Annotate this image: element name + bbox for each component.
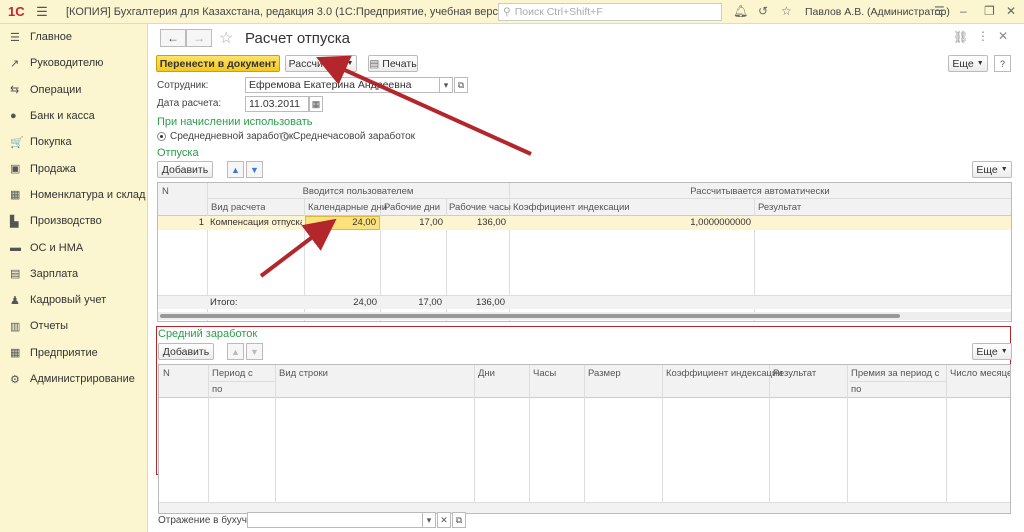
settings-icon[interactable]: ☰ [934, 4, 945, 18]
sidebar-item-label: Предприятие [30, 346, 98, 359]
search-placeholder: Поиск Ctrl+Shift+F [514, 6, 603, 18]
top-bar: 1С ☰ [КОПИЯ] Бухгалтерия для Казахстана,… [0, 0, 1024, 24]
cart-icon: 🛒 [10, 136, 24, 149]
sidebar-item-label: Руководителю [30, 57, 104, 70]
close-icon[interactable]: ✕ [1006, 4, 1016, 18]
operations-icon: ⇆ [10, 84, 20, 97]
sidebar-item-label: Зарплата [30, 267, 79, 280]
sidebar-item-label: Кадровый учет [30, 294, 107, 307]
sidebar-item-label: Отчеты [30, 320, 69, 333]
user-name[interactable]: Павлов А.В. (Администратор) [805, 6, 950, 18]
sidebar-item-3[interactable]: ● Банк и касса [0, 103, 147, 129]
hamburger-menu-icon[interactable]: ☰ [32, 4, 52, 20]
sidebar: ☰ Главное ↗ Руководителю ⇆ Операции ● Банк и ка… [0, 24, 148, 532]
sidebar-item-label: Банк и касса [30, 110, 95, 123]
search-input[interactable]: ⚲ Поиск Ctrl+Shift+F [498, 3, 722, 21]
bell-icon[interactable]: 🔔︎ [733, 4, 748, 18]
minimize-icon[interactable]: – [960, 4, 967, 18]
sale-icon: ▣ [10, 163, 21, 176]
annotation-arrow-days [259, 218, 337, 278]
sidebar-item-11[interactable]: ▥ Отчеты [0, 313, 147, 339]
annotation-arrows [259, 55, 532, 278]
sidebar-item-7[interactable]: ▙ Производство [0, 208, 147, 234]
list-icon: ☰ [10, 31, 20, 44]
sidebar-item-10[interactable]: ♟ Кадровый учет [0, 287, 147, 313]
sidebar-item-1[interactable]: ↗ Руководителю [0, 50, 147, 76]
sidebar-item-6[interactable]: ▦ Номенклатура и склад [0, 182, 147, 208]
enterprise-icon: ▦ [10, 347, 21, 360]
star-icon[interactable]: ☆ [781, 4, 792, 18]
sidebar-item-8[interactable]: ▬ ОС и НМА [0, 234, 147, 260]
truck-icon: ▬ [10, 241, 21, 254]
sidebar-item-12[interactable]: ▦ Предприятие [0, 340, 147, 366]
people-icon: ♟ [10, 294, 20, 307]
reports-icon: ▥ [10, 320, 21, 333]
sidebar-item-label: Операции [30, 83, 82, 96]
sidebar-item-label: Главное [30, 31, 73, 44]
sidebar-item-4[interactable]: 🛒 Покупка [0, 129, 147, 155]
sidebar-item-label: Продажа [30, 162, 76, 175]
history-icon[interactable]: ↺ [758, 4, 768, 18]
sidebar-item-0[interactable]: ☰ Главное [0, 24, 147, 50]
trend-icon: ↗ [10, 57, 20, 70]
sidebar-item-9[interactable]: ▤ Зарплата [0, 261, 147, 287]
bank-icon: ● [10, 110, 17, 123]
app-title: [КОПИЯ] Бухгалтерия для Казахстана, реда… [66, 5, 514, 18]
sidebar-item-label: ОС и НМА [30, 241, 84, 254]
main-area: ← → ☆ Расчет отпуска ⛓ ⋮ ✕ Перенести в д… [149, 24, 1024, 532]
sidebar-item-5[interactable]: ▣ Продажа [0, 155, 147, 181]
salary-icon: ▤ [10, 268, 21, 281]
app-window: 1С ☰ [КОПИЯ] Бухгалтерия для Казахстана,… [0, 0, 1024, 532]
warehouse-icon: ▦ [10, 189, 21, 202]
factory-icon: ▙ [10, 215, 19, 228]
search-icon: ⚲ [503, 6, 511, 18]
sidebar-item-label: Номенклатура и склад [30, 188, 146, 201]
gear-icon: ⚙ [10, 373, 20, 386]
annotation-arrow-calc [316, 55, 532, 156]
sidebar-item-2[interactable]: ⇆ Операции [0, 77, 147, 103]
app-logo: 1С [8, 4, 25, 19]
restore-icon[interactable]: ❐ [984, 4, 995, 18]
sidebar-item-13[interactable]: ⚙ Администрирование [0, 366, 147, 392]
sidebar-item-label: Производство [30, 215, 102, 228]
sidebar-item-label: Покупка [30, 136, 72, 149]
sidebar-item-label: Администрирование [30, 373, 135, 385]
